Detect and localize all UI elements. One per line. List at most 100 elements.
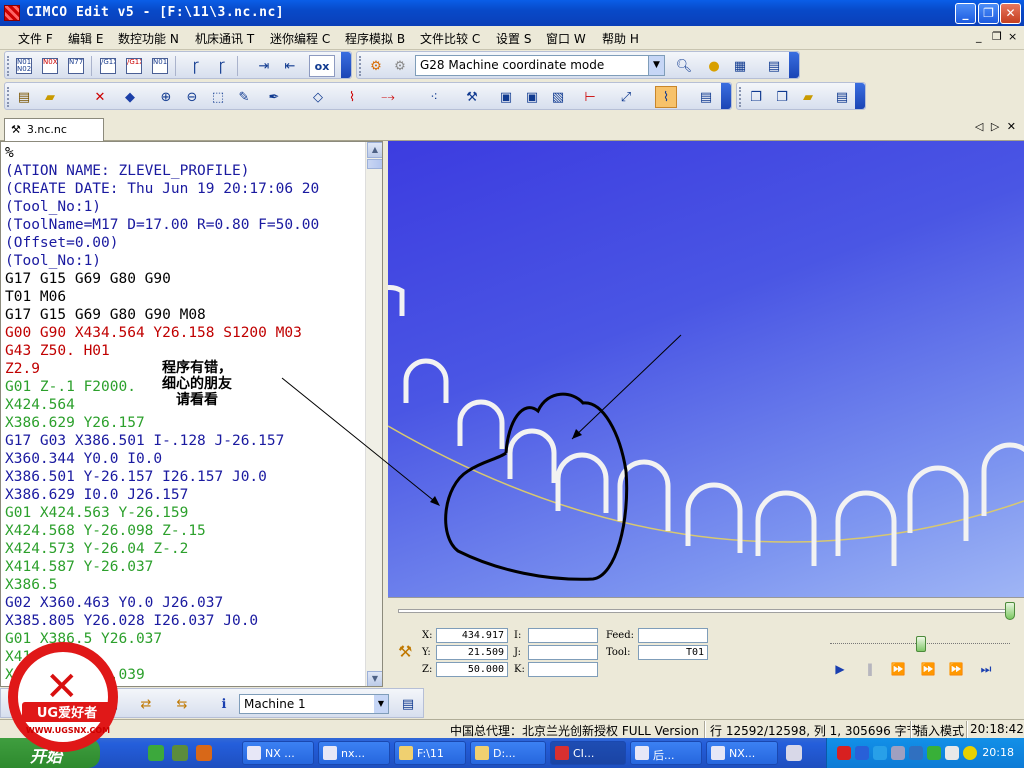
code-line[interactable]: %: [5, 144, 319, 162]
code-line[interactable]: X414.587 Y-26.037: [5, 558, 319, 576]
tab-3-nc[interactable]: ⚒ 3.nc.nc: [4, 118, 104, 141]
run-to-end-icon[interactable]: ⏭: [976, 662, 996, 680]
table-view-icon[interactable]: ▦: [729, 55, 751, 77]
scroll-thumb[interactable]: [367, 159, 382, 169]
code-line[interactable]: G17 G15 G69 G80 G90 M08: [5, 306, 319, 324]
pause-icon[interactable]: ‖: [860, 662, 880, 680]
taskbar-item[interactable]: F:\11: [394, 741, 466, 765]
tray-icon[interactable]: [873, 746, 887, 760]
properties-icon[interactable]: ▤: [763, 55, 785, 77]
code-line[interactable]: X386.629 I0.0 J26.157: [5, 486, 319, 504]
toolbar-options-icon[interactable]: [341, 52, 351, 78]
restore-button[interactable]: ❐: [978, 3, 999, 24]
code-line[interactable]: (Tool_No:1): [5, 252, 319, 270]
tabs-to-spaces-icon[interactable]: ⇥: [253, 55, 275, 77]
toolbar-options-icon[interactable]: [789, 52, 799, 78]
remove-block-skip-icon[interactable]: /G1X: [123, 55, 145, 77]
menu-file[interactable]: 文件 F: [18, 30, 53, 47]
path-highlight-icon[interactable]: ⌇: [655, 86, 677, 108]
code-line[interactable]: X424.573 Y-26.04 Z-.2: [5, 540, 319, 558]
taskbar-item[interactable]: NX...: [706, 741, 778, 765]
renumber-icon[interactable]: N010N020: [13, 55, 35, 77]
code-line[interactable]: G00 G90 X434.564 Y26.158 S1200 M03: [5, 324, 319, 342]
menu-program-simulation[interactable]: 程序模拟 B: [345, 30, 405, 47]
mdi-restore-button[interactable]: ❐: [992, 30, 1002, 43]
tab-navigation[interactable]: ◁ ▷ ✕: [975, 120, 1018, 133]
quicklaunch-icon[interactable]: [196, 745, 212, 761]
points-icon[interactable]: ⁖: [423, 86, 445, 108]
minimize-button[interactable]: _: [955, 3, 976, 24]
move-numbers-icon[interactable]: N010: [149, 55, 171, 77]
play-icon[interactable]: ▶: [830, 662, 850, 680]
properties-icon[interactable]: ▤: [695, 86, 717, 108]
mdi-close-button[interactable]: ×: [1008, 30, 1017, 43]
code-line[interactable]: G02 X360.463 Y0.0 J26.037: [5, 594, 319, 612]
tray-icon[interactable]: [837, 746, 851, 760]
solid-view-icon[interactable]: ◆: [119, 86, 141, 108]
insert-spaces-icon[interactable]: Ꞅ: [185, 55, 207, 77]
menu-window[interactable]: 窗口 W: [546, 30, 586, 47]
menu-file-compare[interactable]: 文件比较 C: [420, 30, 480, 47]
insert-block-skip-icon[interactable]: /G1X: [97, 55, 119, 77]
tray-icon[interactable]: [909, 746, 923, 760]
tray-icon[interactable]: [963, 746, 977, 760]
coordinate-mode-select[interactable]: G28 Machine coordinate mode ▼: [415, 55, 665, 76]
machine-select[interactable]: Machine 1 ▼: [239, 694, 389, 714]
code-line[interactable]: X386.629 Y26.157: [5, 414, 319, 432]
tool-icon[interactable]: ⚒: [461, 86, 483, 108]
code-line[interactable]: X386.501 Y-26.157 I26.157 J0.0: [5, 468, 319, 486]
simulation-icon[interactable]: ⚙: [365, 55, 387, 77]
scroll-up-icon[interactable]: ▲: [367, 142, 382, 158]
open-file-icon[interactable]: ▤: [13, 86, 35, 108]
taskbar-item-cimco[interactable]: CI...: [550, 741, 626, 765]
code-line[interactable]: X360.344 Y0.0 I0.0: [5, 450, 319, 468]
menu-nc-functions[interactable]: 数控功能 N: [118, 30, 179, 47]
measure-icon[interactable]: ✎: [233, 86, 255, 108]
cascade-icon[interactable]: ▰: [797, 86, 819, 108]
tray-icon[interactable]: [891, 746, 905, 760]
menu-mini-programming[interactable]: 迷你编程 C: [270, 30, 330, 47]
step-forward-icon[interactable]: ⏩: [888, 662, 908, 680]
remove-spaces-icon[interactable]: Ꞅ: [211, 55, 233, 77]
lightbulb-icon[interactable]: ●: [703, 55, 725, 77]
speed-thumb[interactable]: [916, 636, 926, 652]
code-line[interactable]: G01 X424.563 Y-26.159: [5, 504, 319, 522]
new-window-icon[interactable]: ❐: [745, 86, 767, 108]
volume-icon[interactable]: [945, 746, 959, 760]
zoom-in-icon[interactable]: ⊕: [155, 86, 177, 108]
quicklaunch-icon[interactable]: [148, 745, 164, 761]
stock-search-icon[interactable]: ▣: [521, 86, 543, 108]
rotate-icon[interactable]: ⤢: [615, 86, 637, 108]
code-line[interactable]: (ToolName=M17 D=17.00 R=0.80 F=50.00: [5, 216, 319, 234]
code-line[interactable]: (Offset=0.00): [5, 234, 319, 252]
folder-icon[interactable]: ▰: [39, 86, 61, 108]
network-icon[interactable]: ⇆: [171, 693, 193, 715]
rapid-path-icon[interactable]: ⤍: [377, 86, 399, 108]
backplot-viewport[interactable]: [388, 141, 1024, 597]
toolpath-icon[interactable]: ⌇: [341, 86, 363, 108]
simulation-speed-slider[interactable]: [830, 632, 1010, 652]
ox-button[interactable]: ox: [309, 55, 335, 77]
remove-tabs-icon[interactable]: ⇤: [279, 55, 301, 77]
toolbar-options-icon[interactable]: [721, 83, 731, 109]
step-z-icon[interactable]: ⏩: [946, 662, 966, 680]
properties-icon[interactable]: ▤: [831, 86, 853, 108]
properties-icon[interactable]: ▤: [397, 693, 419, 715]
keyboard-icon[interactable]: [786, 745, 802, 761]
run-to-cursor-icon[interactable]: ⏩: [918, 662, 938, 680]
transfer-icon[interactable]: ⇄: [135, 693, 157, 715]
progress-thumb[interactable]: [1004, 602, 1015, 620]
cimco-app-icon[interactable]: [4, 5, 20, 21]
code-line[interactable]: X385.805 Y26.028 I26.037 J0.0: [5, 612, 319, 630]
taskbar-item[interactable]: D:...: [470, 741, 546, 765]
shield-icon[interactable]: [927, 746, 941, 760]
mdi-minimize-button[interactable]: _: [976, 30, 982, 43]
menu-machine-comm[interactable]: 机床通讯 T: [195, 30, 254, 47]
zoom-search-icon[interactable]: 🔍︎: [673, 55, 695, 77]
axes-icon[interactable]: ⊢: [579, 86, 601, 108]
zoom-out-icon[interactable]: ⊖: [181, 86, 203, 108]
eraser-icon[interactable]: ◇: [307, 86, 329, 108]
code-line[interactable]: X386.5: [5, 576, 319, 594]
code-line[interactable]: G17 G03 X386.501 I-.128 J-26.157: [5, 432, 319, 450]
code-line[interactable]: (ATION NAME: ZLEVEL_PROFILE): [5, 162, 319, 180]
